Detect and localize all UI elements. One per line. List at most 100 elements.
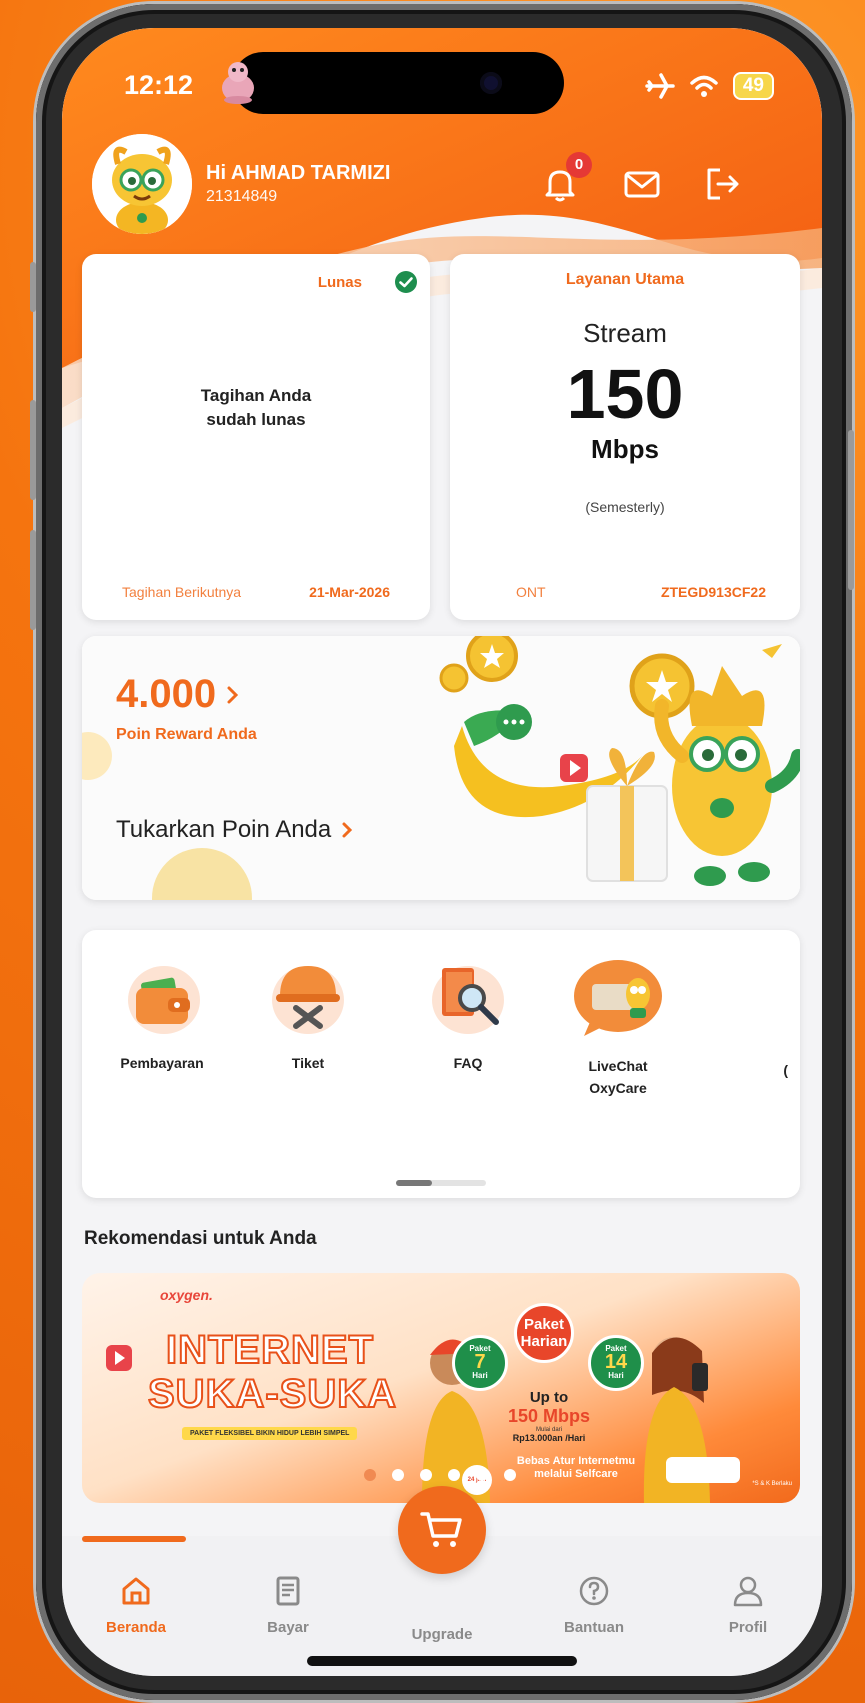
dynamic-island (222, 52, 564, 114)
app-header: Hi AHMAD TARMIZI 21314849 0 (62, 128, 822, 238)
livechat-icon (574, 960, 662, 1036)
reward-points-card[interactable]: 4.000 Poin Reward Anda Tukarkan Poin And… (82, 636, 800, 900)
pager-dot[interactable] (476, 1469, 488, 1481)
chevron-right-icon (342, 822, 353, 838)
nav-upgrade[interactable]: Upgrade (382, 1584, 502, 1643)
nav-help-label: Bantuan (564, 1619, 624, 1636)
menu-item-partial-label: ( (783, 1062, 788, 1078)
pager-dot[interactable] (392, 1469, 404, 1481)
receipt-icon (276, 1576, 300, 1606)
banner-pager (364, 1469, 516, 1481)
mute-switch (30, 262, 36, 312)
nav-profile-label: Profil (728, 1619, 768, 1636)
badge-right-num: 14 (604, 1351, 628, 1373)
service-plan-name: Stream (583, 318, 667, 348)
bill-status-label: Lunas (317, 274, 362, 291)
badge-14-days: Paket 14 Hari (588, 1335, 644, 1391)
status-time: 12:12 (124, 70, 194, 100)
avatar[interactable] (92, 134, 192, 234)
home-icon (122, 1577, 150, 1605)
logout-button[interactable] (702, 164, 742, 204)
nav-home-label: Beranda (105, 1619, 167, 1636)
pager-dot[interactable] (448, 1469, 460, 1481)
banner-speed-block: Up to 150 Mbps Mulai dari Rp13.000an /Ha… (494, 1389, 604, 1443)
banner-headline-1: INTERNET (165, 1328, 374, 1372)
wallet-icon (128, 966, 200, 1034)
pager-dot[interactable] (420, 1469, 432, 1481)
next-bill-date: 21-Mar-2026 (309, 584, 390, 600)
menu-item-label: Tiket (291, 1055, 325, 1071)
user-icon (733, 1576, 763, 1607)
recommendation-title: Rekomendasi untuk Anda (84, 1228, 317, 1249)
bill-message-line2: sudah lunas (206, 410, 306, 429)
bill-message: Tagihan Anda sudah lunas (82, 384, 430, 432)
menu-scroll-thumb[interactable] (396, 1180, 432, 1186)
service-title: Layanan Utama (565, 271, 685, 288)
camera-icon (480, 72, 502, 94)
mail-icon (624, 171, 660, 198)
cart-icon (420, 1512, 462, 1547)
banner-terms: *S & K Berlaku (752, 1481, 792, 1487)
power-button (848, 430, 854, 590)
quick-menu-card: Pembayaran Tiket FAQ LiveChat OxyCare ( (82, 930, 800, 1198)
banner-brand: oxygen. (160, 1287, 213, 1303)
user-greeting: Hi AHMAD TARMIZI (206, 162, 391, 184)
ont-label: ONT (516, 584, 546, 600)
status-icons: 49 (645, 72, 774, 100)
pager-dot-active[interactable] (364, 1469, 376, 1481)
nav-home[interactable]: Beranda (76, 1574, 196, 1636)
banner-price: Rp13.000an /Hari (512, 1433, 586, 1443)
redeem-points-label: Tukarkan Poin Anda (116, 816, 332, 843)
wifi-icon (690, 75, 718, 97)
menu-item-livechat[interactable]: LiveChat OxyCare (558, 956, 678, 1099)
mascot-avatar-icon (92, 134, 192, 234)
banner-headline-2: SUKA-SUKA (147, 1372, 397, 1416)
helmet-tools-icon (272, 966, 344, 1034)
service-period: (Semesterly) (585, 499, 665, 515)
menu-item-payment[interactable]: Pembayaran (102, 956, 222, 1071)
nav-pay[interactable]: Bayar (228, 1574, 348, 1636)
airplane-icon (645, 73, 675, 99)
ont-id: ZTEGD913CF22 (660, 584, 766, 600)
active-tab-indicator (82, 1536, 186, 1542)
check-circle-icon (395, 271, 417, 293)
badge-left-bottom: Hari (472, 1371, 488, 1380)
nav-upgrade-label: Upgrade (411, 1626, 473, 1643)
selfcare-card-icon (666, 1457, 740, 1483)
pager-dot[interactable] (504, 1469, 516, 1481)
main-service-card[interactable]: Layanan Utama Stream 150 Mbps (Semesterl… (450, 254, 800, 620)
help-icon (579, 1576, 609, 1606)
volume-up-button (30, 400, 36, 500)
menu-item-ticket[interactable]: Tiket (248, 956, 368, 1071)
nav-help[interactable]: Bantuan (534, 1574, 654, 1636)
promo-banner[interactable]: oxygen. INTERNET SUKA-SUKA PAKET FLEKSIB… (82, 1273, 800, 1503)
menu-item-label: LiveChat OxyCare (588, 1058, 648, 1096)
logout-icon (707, 168, 739, 200)
points-label: Poin Reward Anda (116, 726, 257, 743)
bill-status-card[interactable]: Lunas Tagihan Anda sudah lunas Tagihan B… (82, 254, 430, 620)
battery-indicator: 49 (732, 72, 774, 100)
customer-id: 21314849 (206, 188, 278, 205)
badge-left-num: 7 (474, 1351, 486, 1373)
redeem-points-link[interactable]: Tukarkan Poin Anda (116, 816, 353, 844)
points-value: 4.000 (116, 672, 217, 716)
service-speed-unit: Mbps (591, 434, 659, 464)
upgrade-cart-button[interactable] (398, 1486, 486, 1574)
menu-item-faq[interactable]: FAQ (408, 956, 528, 1071)
notification-button[interactable]: 0 (540, 152, 592, 204)
points-row[interactable]: 4.000 (116, 672, 240, 717)
service-speed: 150 (566, 355, 684, 433)
inbox-button[interactable] (622, 164, 662, 204)
pet-icon (222, 62, 254, 104)
nav-profile[interactable]: Profil (688, 1574, 808, 1636)
banner-upto: Up to (529, 1389, 569, 1406)
menu-scroll-track[interactable] (396, 1180, 486, 1186)
banner-speed: 150 Mbps (507, 1406, 591, 1426)
banner-tagline: PAKET FLEKSIBEL BIKIN HIDUP LEBIH SIMPEL (182, 1427, 358, 1440)
badge-daily-package: Paket Harian (514, 1303, 574, 1363)
bill-message-line1: Tagihan Anda (200, 386, 312, 405)
home-indicator[interactable] (307, 1656, 577, 1666)
app-screen: 12:12 49 Hi AHMAD TARMIZI 21314849 0 Lun… (62, 28, 822, 1676)
menu-item-label: Pembayaran (120, 1055, 204, 1071)
badge-7-days: Paket 7 Hari (452, 1335, 508, 1391)
